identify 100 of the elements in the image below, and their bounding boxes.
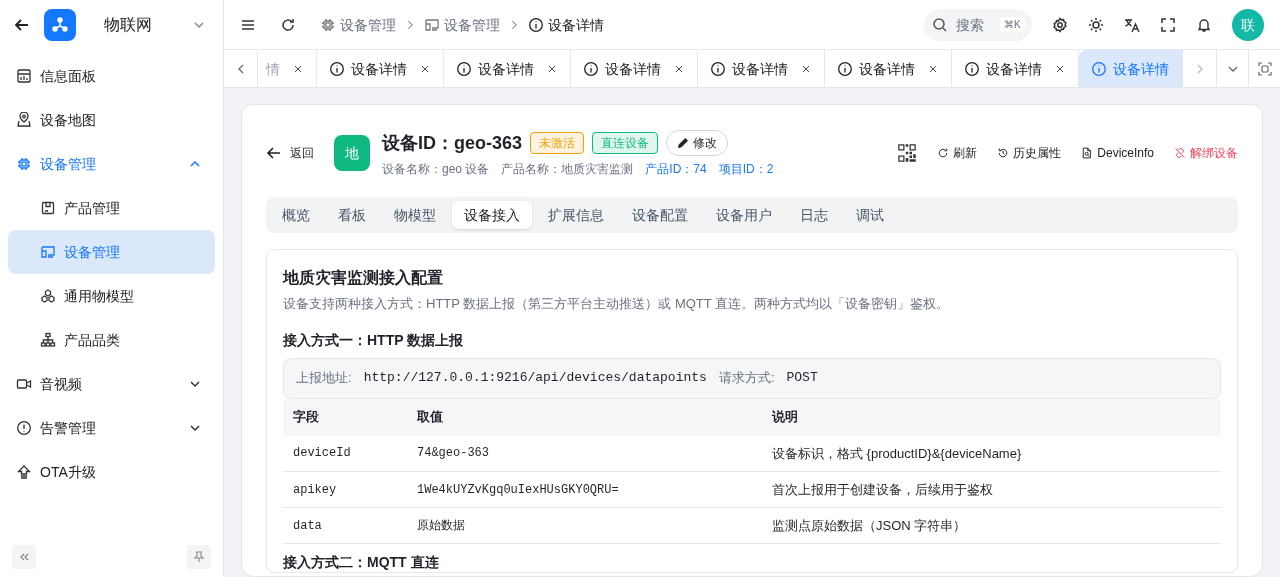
search-icon [932,16,948,33]
sidebar-item[interactable]: 信息面板 [8,54,215,98]
table-cell: 设备标识，格式 {productID}&{deviceName} [762,435,1221,472]
refresh-icon [937,147,950,159]
sidebar-item[interactable]: 产品品类 [8,318,215,362]
detail-tab[interactable]: 设备接入 [452,201,532,229]
device-meta: 产品名称：地质灾害监测 [501,161,634,177]
search-field[interactable]: 搜索 [956,14,992,35]
pencil-icon [677,137,690,149]
breadcrumb-link[interactable]: 设备管理 [320,14,396,35]
qr-code-icon[interactable] [897,143,918,163]
section-title: 地质灾害监测接入配置 [283,268,444,288]
maximize-icon [1257,61,1272,76]
settings-icon[interactable] [1052,16,1068,33]
page-tab[interactable]: 设备详情 [571,50,698,87]
section-description: 设备支持两种接入方式：HTTP 数据上报（第三方平台主动推送）或 MQTT 直连。两种方式均以「设备密钥」鉴权。 [283,295,951,313]
column-header: 说明 [762,398,1221,436]
sidebar-item[interactable]: 音视频 [8,362,215,406]
chip-icon [320,16,336,33]
detail-tab[interactable]: 调试 [844,201,896,229]
sidebar-item[interactable]: 通用物模型 [8,274,215,318]
dashboard-icon [16,68,32,84]
refresh-icon[interactable] [280,16,296,33]
bell-icon[interactable] [1196,16,1212,33]
detail-tab[interactable]: 看板 [326,201,378,229]
cubes-icon [40,288,56,304]
fullscreen-icon[interactable] [1160,16,1176,33]
back-arrow-icon [266,145,282,161]
action-link[interactable]: 刷新 [937,145,978,161]
status-badge: 直连设备 [592,132,659,154]
document-search-icon [1081,147,1094,159]
app-logo-icon [44,9,76,41]
action-link[interactable]: 解绑设备 [1174,145,1238,161]
hierarchy-icon [40,332,56,348]
box-icon [40,200,56,216]
device-avatar: 地 [334,135,370,171]
translate-icon[interactable] [1124,16,1140,33]
unlink-icon [1174,147,1186,159]
detail-tab[interactable]: 概览 [270,201,322,229]
info-icon [1091,60,1107,77]
breadcrumb-link[interactable]: 设备管理 [424,14,500,35]
video-camera-icon [16,376,32,392]
device-title: 设备ID：geo-363 [382,132,523,155]
table-cell: 监测点原始数据（JSON 字符串） [762,507,1221,544]
subsection-title: 接入方式二：MQTT 直连 [283,553,440,572]
column-header: 字段 [283,398,407,436]
shortcut-hint: ⌘K [1000,17,1025,32]
breadcrumb-link[interactable]: 设备详情 [528,14,604,35]
page-tab[interactable]: 设备详情 [698,50,825,87]
table-cell: 首次上报用于创建设备，后续用于鉴权 [762,471,1221,508]
info-icon [329,60,345,77]
page-tab[interactable]: 设备详情 [825,50,952,87]
table-cell: 原始数据 [407,507,762,544]
detail-tab[interactable]: 扩展信息 [536,201,616,229]
double-chevron-left-icon [18,551,30,563]
page-tab[interactable]: 设备详情 [444,50,571,87]
method-value: POST [786,369,818,388]
detail-tab[interactable]: 物模型 [382,201,448,229]
device-meta: 项目ID：2 [718,161,774,177]
method-label: 请求方式: [718,369,775,388]
search-bar[interactable]: 搜索 ⌘K [924,8,1032,41]
table-cell: 74&geo-363 [407,435,762,472]
chip-icon [16,156,32,172]
page-tab[interactable]: 设备详情 [317,50,444,87]
endpoint-url: http://127.0.0.1:9216/api/devices/datapoints [363,369,707,388]
info-icon [710,60,726,77]
map-pin-icon [16,112,32,128]
device-meta: 产品ID：74 [645,161,707,177]
theme-icon[interactable] [1088,16,1104,33]
upload-icon [16,464,32,480]
action-link[interactable]: 历史属性 [997,145,1062,161]
back-button[interactable]: 返回 [266,145,314,161]
info-icon [456,60,472,77]
app-title: 物联网 [104,15,152,35]
subsection-title: 接入方式一：HTTP 数据上报 [283,330,465,350]
table-cell: 1We4kUYZvKgq0uIexHUsGKY0QRU= [407,471,762,508]
detail-tab[interactable]: 设备配置 [620,201,700,229]
history-icon [997,147,1010,159]
sidebar-item[interactable]: OTA升级 [8,450,215,494]
info-icon [964,60,980,77]
pin-icon [193,551,205,563]
info-icon [583,60,599,77]
table-cell: deviceId [283,435,407,472]
sidebar-item[interactable]: 设备管理 [8,142,215,186]
sidebar-item[interactable]: 产品管理 [8,186,215,230]
sidebar-item[interactable]: 告警管理 [8,406,215,450]
monitor-icon [40,244,56,260]
table-cell: data [283,507,407,544]
detail-tab[interactable]: 日志 [788,201,840,229]
action-link[interactable]: DeviceInfo [1081,145,1154,161]
device-meta: 设备名称：geo 设备 [382,161,490,177]
alert-icon [16,420,32,436]
info-icon [837,60,853,77]
detail-tab[interactable]: 设备用户 [704,201,784,229]
table-cell: apikey [283,471,407,508]
monitor-icon [424,16,440,33]
status-badge: 未激活 [530,132,585,154]
column-header: 取值 [407,398,762,436]
endpoint-label: 上报地址: [296,369,352,388]
sidebar-item[interactable]: 设备地图 [8,98,215,142]
